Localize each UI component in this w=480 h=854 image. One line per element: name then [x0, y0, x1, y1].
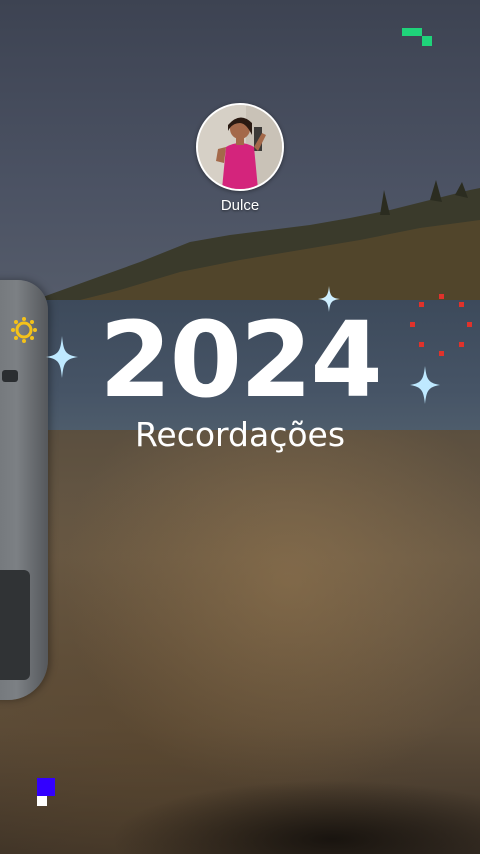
profile-avatar[interactable]	[196, 103, 284, 191]
sparkle-icon	[410, 366, 440, 404]
sun-icon	[11, 317, 37, 343]
sparkle-icon	[46, 336, 78, 378]
profile-name: Dulce	[220, 197, 260, 214]
pixel-logo-icon	[402, 28, 432, 46]
memories-subtitle: Recordações	[134, 415, 346, 454]
year-title: 2024	[99, 299, 382, 421]
red-dot-ring-icon	[410, 294, 472, 356]
avatar-photo	[198, 105, 282, 189]
ground-shadow	[110, 780, 480, 854]
sparkle-icon	[318, 286, 340, 312]
car-tire	[0, 570, 30, 680]
brand-pixel-icon	[37, 778, 55, 806]
car-door-handle	[2, 370, 18, 382]
story-screen: Dulce 2024 Recordações	[0, 0, 480, 854]
